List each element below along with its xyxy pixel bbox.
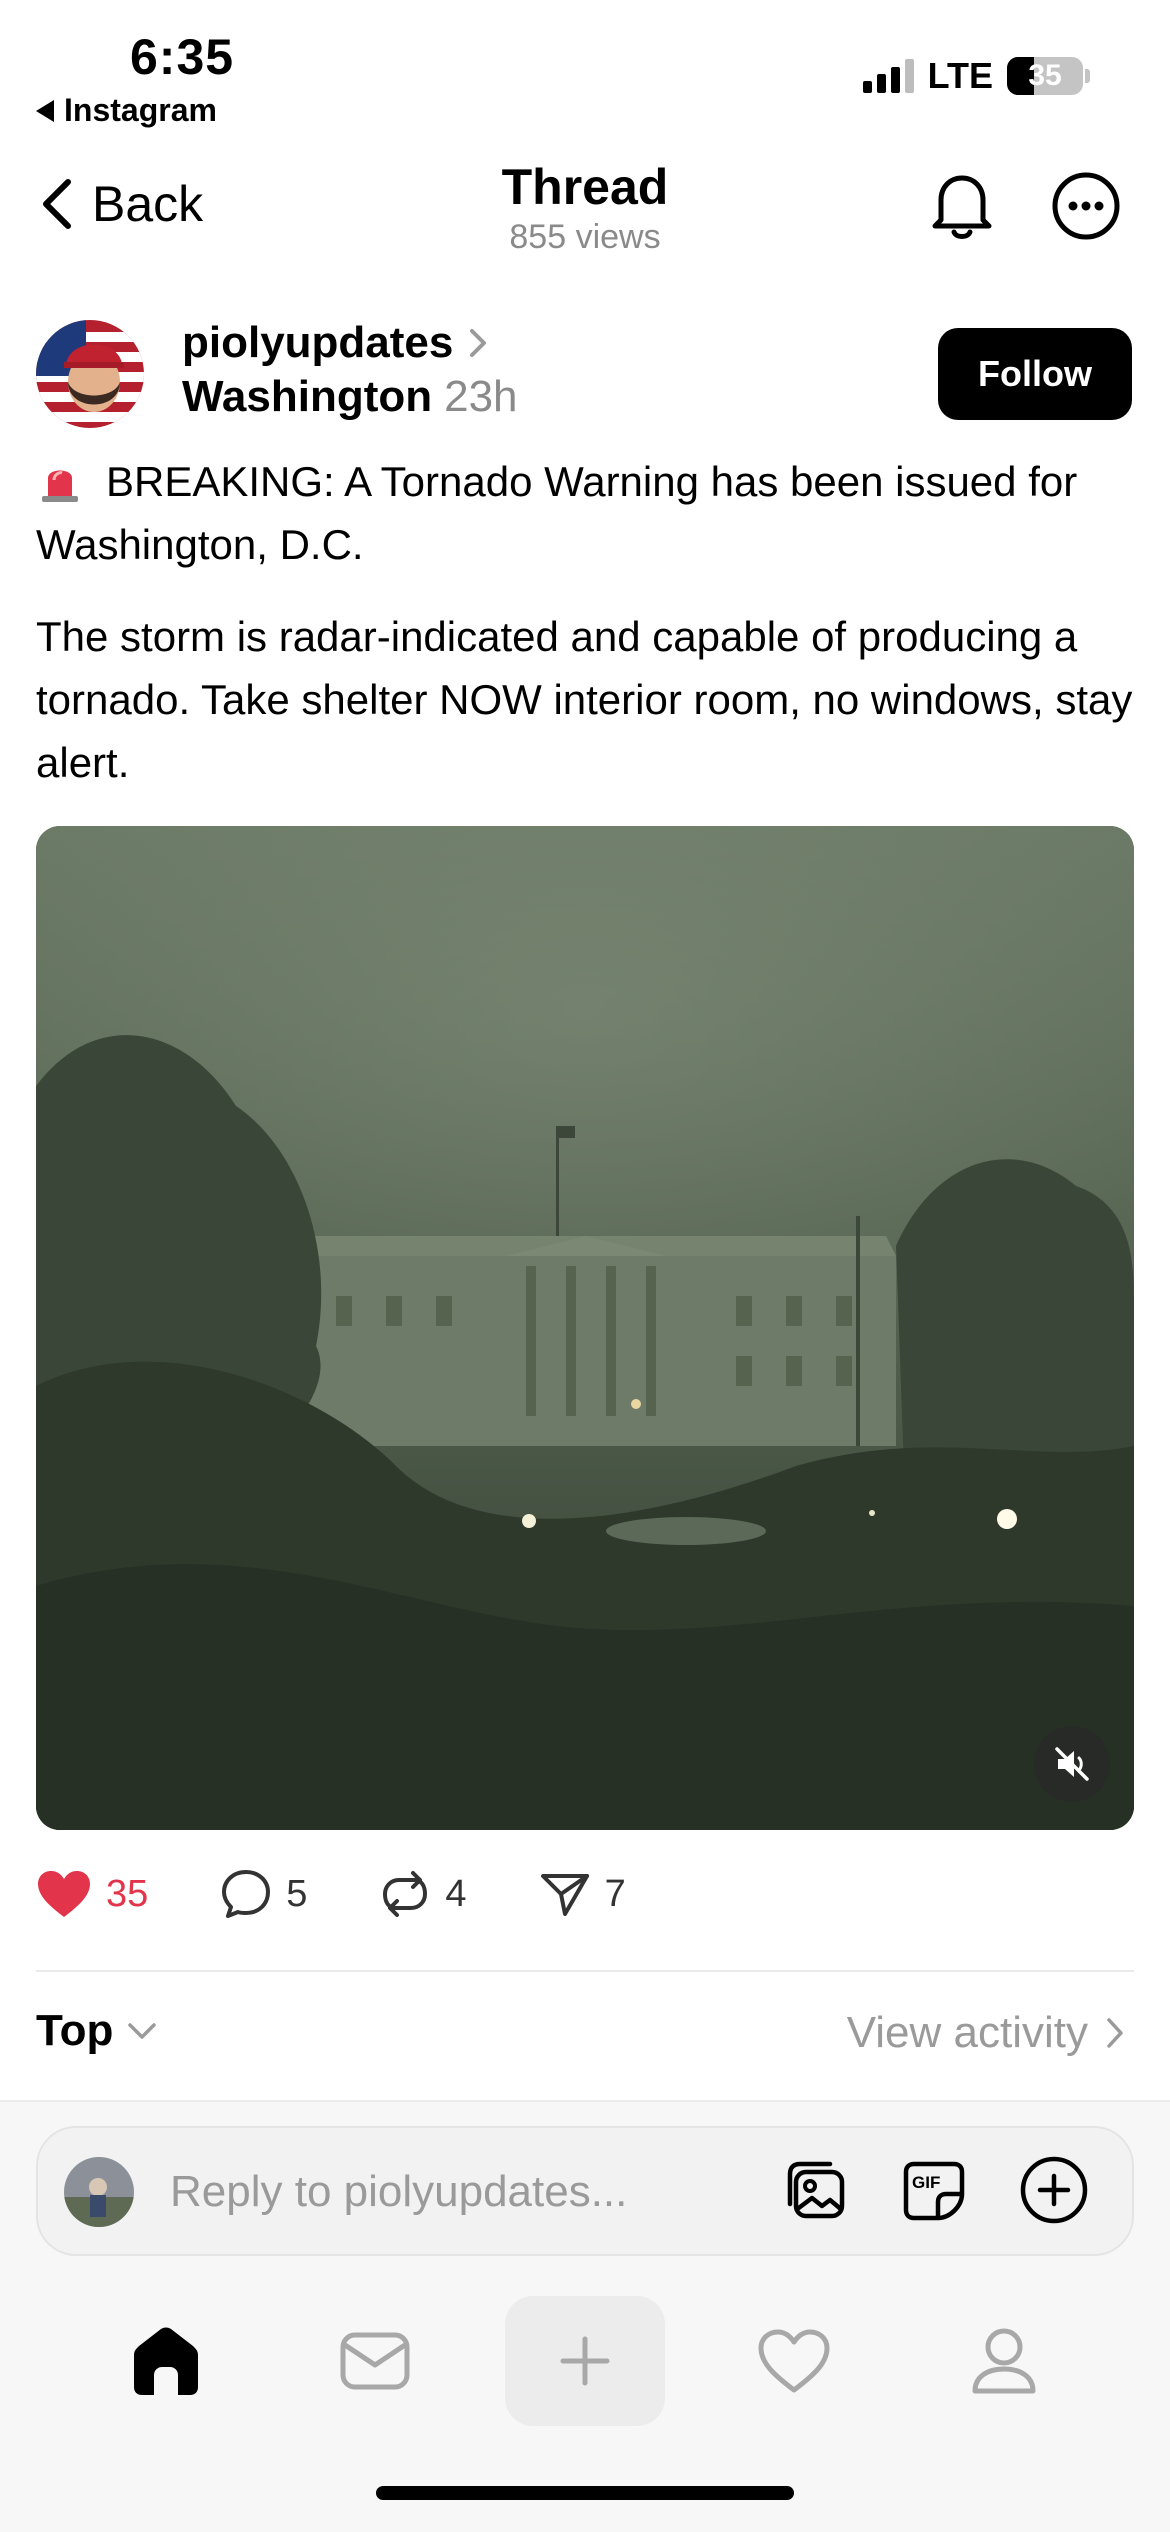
author-avatar[interactable] — [36, 320, 144, 428]
home-icon — [134, 2327, 198, 2395]
sort-dropdown[interactable]: Top — [36, 2006, 157, 2056]
post-location: Washington — [182, 372, 433, 421]
post-paragraph-2: The storm is radar-indicated and capable… — [36, 613, 1133, 786]
home-indicator — [376, 2486, 794, 2500]
repost-icon — [383, 1871, 428, 1917]
like-count: 35 — [106, 1872, 149, 1915]
more-icon — [1052, 172, 1120, 240]
view-activity-label: View activity — [846, 2008, 1088, 2057]
mute-button[interactable] — [1034, 1726, 1110, 1802]
signal-icon — [862, 59, 914, 93]
battery-level: 35 — [1028, 59, 1062, 92]
more-options-button[interactable] — [1048, 168, 1124, 244]
notifications-button[interactable] — [924, 168, 1000, 244]
sort-label: Top — [36, 2006, 114, 2055]
post-video[interactable] — [36, 826, 1134, 1830]
tab-activity[interactable] — [714, 2296, 874, 2426]
back-triangle-icon — [36, 99, 54, 122]
share-count: 7 — [604, 1872, 626, 1915]
repost-button[interactable]: 4 — [379, 1868, 467, 1920]
post-paragraph-1-text: BREAKING: A Tornado Warning has been iss… — [36, 458, 1078, 568]
heart-filled-icon — [38, 1871, 90, 1917]
bell-icon — [932, 175, 992, 239]
tab-profile[interactable] — [924, 2296, 1084, 2426]
post-meta: Washington 23h — [182, 372, 518, 422]
send-icon — [540, 1874, 589, 1916]
back-to-app-link[interactable]: Instagram — [36, 92, 217, 129]
repost-count: 4 — [445, 1872, 467, 1915]
chevron-right-icon — [470, 329, 487, 357]
post-paragraph-1: BREAKING: A Tornado Warning has been iss… — [36, 450, 1134, 576]
battery-icon: 35 — [1007, 57, 1090, 95]
status-time: 6:35 — [130, 29, 235, 85]
video-frame — [36, 826, 1134, 1830]
gif-icon: GIF — [903, 2161, 965, 2221]
tab-inbox[interactable] — [295, 2296, 455, 2426]
mute-icon — [1055, 1747, 1089, 1781]
create-icon — [560, 2336, 610, 2386]
like-button[interactable]: 35 — [36, 1869, 148, 1919]
plus-circle-icon — [1020, 2156, 1088, 2224]
view-activity-link[interactable]: View activity — [847, 2008, 1124, 2058]
chevron-right-icon — [1107, 2018, 1123, 2048]
siren-emoji-icon — [42, 470, 78, 502]
tab-home[interactable] — [86, 2296, 246, 2426]
follow-button[interactable]: Follow — [938, 328, 1132, 420]
author-name-row[interactable]: piolyupdates — [182, 318, 487, 368]
post-actions: 35 5 4 7 — [36, 1868, 698, 1920]
status-indicators: LTE 35 — [862, 55, 1090, 97]
comment-count: 5 — [286, 1872, 308, 1915]
profile-icon — [972, 2328, 1036, 2394]
inbox-icon — [340, 2332, 410, 2390]
tab-create[interactable] — [505, 2296, 665, 2426]
network-label: LTE — [927, 55, 993, 96]
back-app-label: Instagram — [64, 92, 217, 128]
reply-input[interactable] — [170, 2160, 710, 2224]
my-avatar — [64, 2157, 134, 2227]
activity-heart-icon — [758, 2329, 830, 2393]
image-icon — [787, 2161, 845, 2219]
chevron-down-icon — [128, 2023, 157, 2039]
author-username: piolyupdates — [182, 318, 454, 367]
share-button[interactable]: 7 — [539, 1868, 626, 1920]
add-button[interactable] — [1016, 2152, 1092, 2228]
gif-button[interactable]: GIF — [896, 2152, 972, 2228]
comment-icon — [222, 1870, 271, 1918]
divider — [36, 1970, 1134, 1972]
attach-media-button[interactable] — [778, 2152, 854, 2228]
svg-text:GIF: GIF — [912, 2173, 940, 2192]
comment-button[interactable]: 5 — [220, 1868, 307, 1920]
post-time: 23h — [444, 372, 518, 421]
